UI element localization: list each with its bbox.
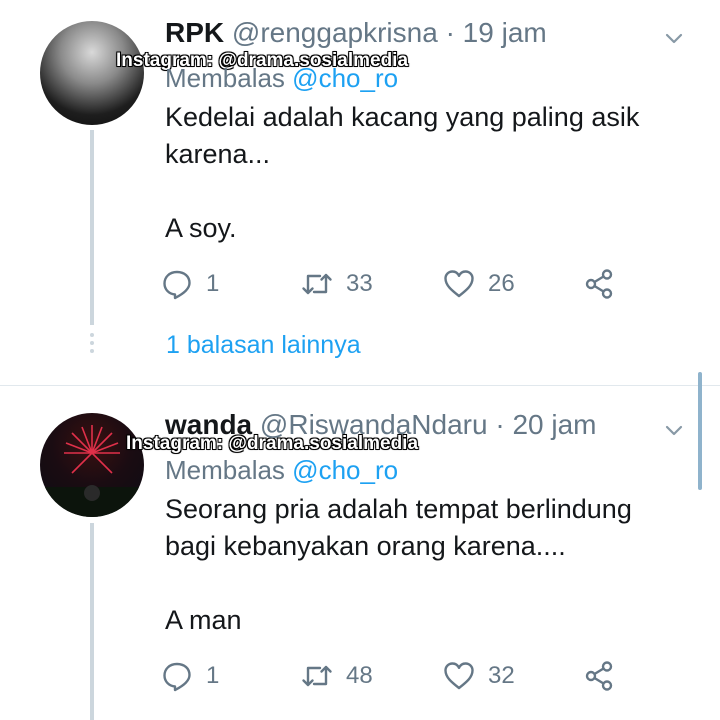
tweet-text: Seorang pria adalah tempat berlindung ba…	[165, 491, 685, 639]
display-name[interactable]: RPK	[165, 17, 224, 48]
retweet-button[interactable]: 48	[300, 658, 373, 694]
tweet-actions: 1 48 32	[160, 658, 630, 694]
avatar[interactable]	[40, 413, 144, 517]
chevron-down-icon[interactable]	[664, 420, 684, 440]
retweet-count: 48	[346, 662, 373, 689]
thread-line	[90, 523, 94, 720]
like-count: 26	[488, 270, 515, 297]
tweet-card[interactable]: Instagram: @drama.sosialmedia RPK @rengg…	[0, 0, 720, 385]
retweet-count: 33	[346, 270, 373, 297]
tweet-actions: 1 33 26	[160, 266, 630, 302]
tweet-text: Kedelai adalah kacang yang paling asik k…	[165, 99, 685, 247]
reply-icon	[163, 662, 191, 692]
heart-icon	[444, 662, 474, 690]
replying-to: Membalas @cho_ro	[165, 455, 398, 485]
thread-dots	[87, 333, 97, 357]
share-button[interactable]	[582, 658, 616, 694]
reply-mention-link[interactable]: @cho_ro	[292, 455, 398, 485]
tweet-card[interactable]: Instagram: @drama.sosialmedia wanda @Ris…	[0, 388, 720, 720]
user-handle[interactable]: @RiswandaNdaru	[260, 409, 488, 440]
retweet-button[interactable]: 33	[300, 266, 373, 302]
share-icon	[585, 661, 613, 691]
retweet-icon	[302, 665, 332, 687]
tweet-text-line: A soy.	[165, 213, 237, 243]
like-count: 32	[488, 662, 515, 689]
thread-line	[90, 130, 94, 325]
tweet-header: wanda @RiswandaNdaru · 20 jam	[165, 408, 597, 442]
reply-mention-link[interactable]: @cho_ro	[292, 63, 398, 93]
heart-icon	[444, 270, 474, 298]
tweet-text-line: Seorang pria adalah tempat berlindung ba…	[165, 494, 632, 561]
reply-count: 1	[206, 270, 220, 297]
tweet-header: RPK @renggapkrisna · 19 jam	[165, 16, 547, 50]
reply-count: 1	[206, 662, 220, 689]
like-button[interactable]: 32	[442, 658, 515, 694]
separator-dot: ·	[445, 17, 455, 48]
separator-dot: ·	[495, 409, 505, 440]
display-name[interactable]: wanda	[165, 409, 252, 440]
share-icon	[585, 269, 613, 299]
avatar-image	[40, 425, 144, 517]
like-button[interactable]: 26	[442, 266, 515, 302]
timestamp[interactable]: 19 jam	[463, 17, 547, 48]
chevron-down-icon[interactable]	[664, 28, 684, 48]
timestamp[interactable]: 20 jam	[512, 409, 596, 440]
user-handle[interactable]: @renggapkrisna	[232, 17, 438, 48]
share-button[interactable]	[582, 266, 616, 302]
tweet-text-line: A man	[165, 605, 242, 635]
replying-to-label: Membalas	[165, 63, 285, 93]
reply-icon	[163, 270, 191, 300]
divider	[0, 385, 720, 386]
retweet-icon	[302, 273, 332, 295]
avatar[interactable]	[40, 21, 144, 125]
reply-button[interactable]: 1	[160, 658, 219, 694]
replying-to-label: Membalas	[165, 455, 285, 485]
reply-button[interactable]: 1	[160, 266, 219, 302]
tweet-text-line: Kedelai adalah kacang yang paling asik k…	[165, 102, 640, 169]
more-replies-link[interactable]: 1 balasan lainnya	[166, 330, 361, 360]
replying-to: Membalas @cho_ro	[165, 63, 398, 93]
